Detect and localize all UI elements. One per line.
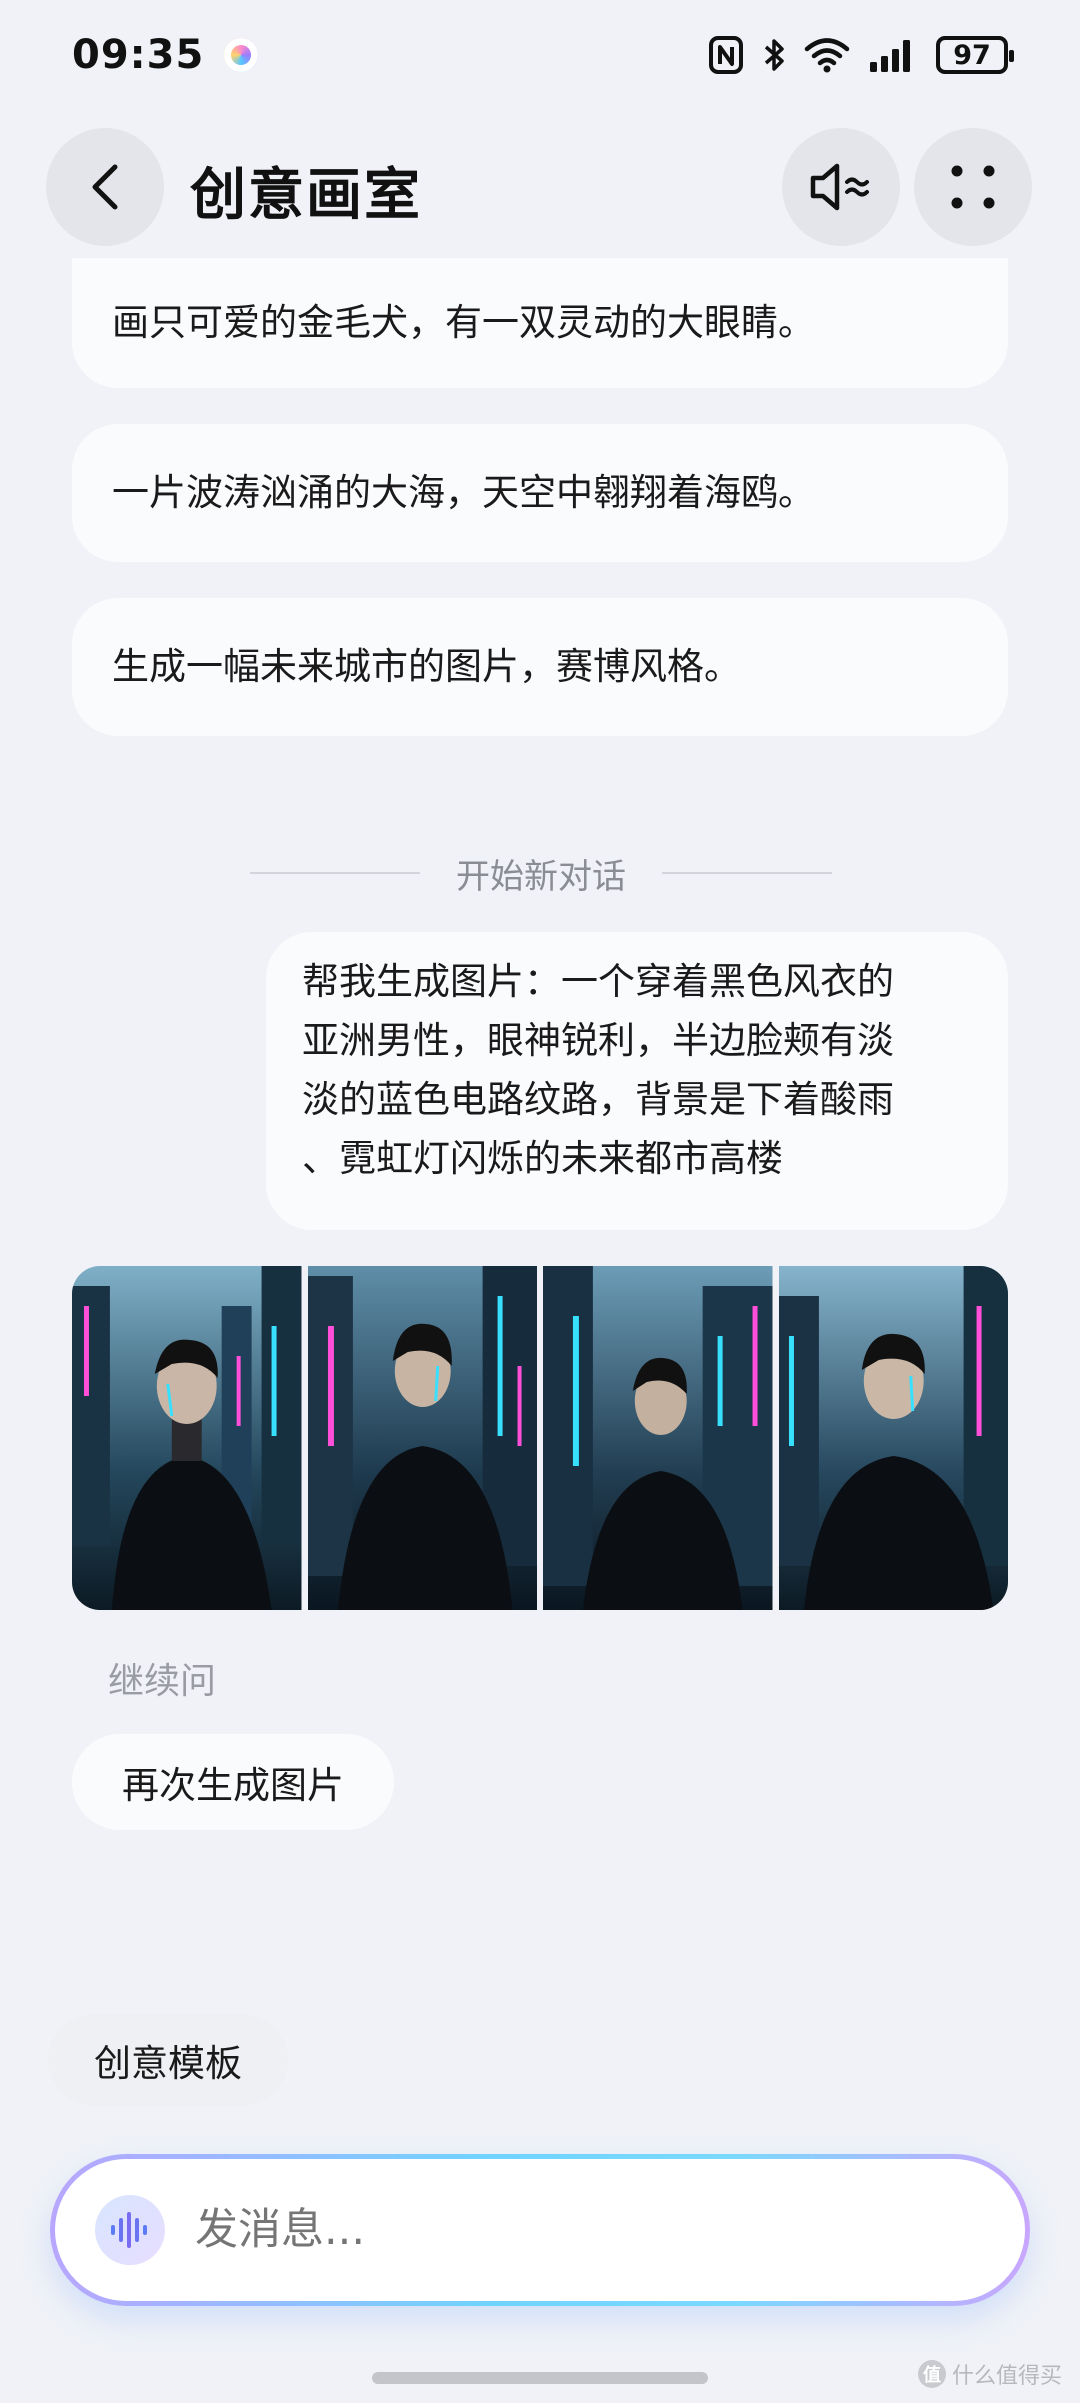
user-message-line: 帮我生成图片：一个穿着黑色风衣的 [302,960,894,1003]
history-prompt-text: 生成一幅未来城市的图片，赛博风格。 [112,645,741,688]
nfc-icon [709,36,743,74]
history-prompt[interactable]: 生成一幅未来城市的图片，赛博风格。 [72,598,1008,736]
wifi-icon [804,38,850,73]
app-header: 创意画室 [0,128,1080,248]
battery-indicator: 97 [936,36,1014,74]
watermark-text: 什么值得买 [951,2364,1062,2389]
divider-label: 开始新对话 [456,856,626,897]
status-time: 09:35 [72,32,205,78]
user-message-line: 亚洲男性，眼神锐利，半边脸颊有淡 [302,1019,894,1062]
generated-image[interactable] [543,1266,773,1610]
history-prompt-text: 画只可爱的金毛犬，有一双灵动的大眼睛。 [112,301,815,344]
divider-line [662,872,832,874]
message-input-bar [50,2154,1030,2306]
divider-line [250,872,420,874]
history-prompt[interactable]: 一片波涛汹涌的大海，天空中翱翔着海鸥。 [72,424,1008,562]
speaker-toggle-icon [810,163,869,211]
new-conversation-divider: 开始新对话 [246,848,836,898]
message-input[interactable] [195,2205,895,2255]
home-indicator[interactable] [372,2372,708,2384]
user-message-bubble: 帮我生成图片：一个穿着黑色风衣的 亚洲男性，眼神锐利，半边脸颊有淡 淡的蓝色电路… [266,932,1008,1230]
generated-image[interactable] [72,1266,302,1610]
history-prompt[interactable]: 画只可爱的金毛犬，有一双灵动的大眼睛。 [72,258,1008,388]
voice-input-button[interactable] [95,2195,165,2265]
followup-label: 继续问 [108,1661,217,1702]
generated-image-strip [72,1266,1008,1610]
speaker-toggle-button[interactable] [782,128,900,246]
regenerate-chip[interactable]: 再次生成图片 [72,1734,394,1830]
user-message-line: 淡的蓝色电路纹路，背景是下着酸雨 [302,1078,894,1121]
user-message-line: 、霓虹灯闪烁的未来都市高楼 [302,1137,783,1180]
bluetooth-icon [764,39,784,71]
chevron-left-icon [92,164,118,210]
four-dots-icon [951,165,995,209]
back-button[interactable] [46,128,164,246]
generated-image[interactable] [307,1266,538,1610]
creative-template-chip[interactable]: 创意模板 [48,2014,288,2106]
watermark: 值 什么值得买 [917,2358,1062,2390]
creative-template-label: 创意模板 [94,2042,242,2085]
regenerate-chip-label: 再次生成图片 [122,1764,344,1807]
status-icons: 97 [708,35,1014,75]
app-indicator-icon [224,38,259,72]
voice-wave-icon [111,2212,147,2248]
message-input-container [55,2159,1025,2301]
generated-image[interactable] [778,1266,1009,1610]
signal-icon [870,40,910,72]
watermark-logo: 值 [917,2360,946,2388]
history-prompt-text: 一片波涛汹涌的大海，天空中翱翔着海鸥。 [112,471,815,514]
more-options-button[interactable] [914,128,1032,246]
page-title: 创意画室 [190,163,422,228]
status-bar: 09:35 97 [0,0,1080,110]
